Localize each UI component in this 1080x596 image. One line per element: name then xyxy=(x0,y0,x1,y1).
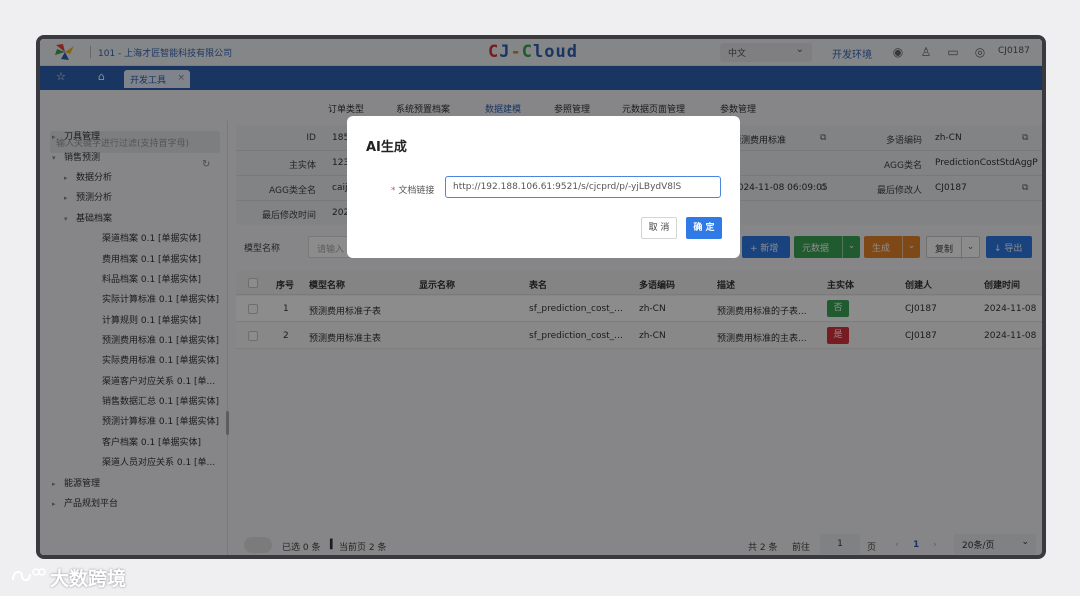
document-link-input[interactable]: http://192.188.106.61:9521/s/cjcprd/p/-y… xyxy=(445,176,721,198)
watermark-text: 大数跨境 xyxy=(50,568,127,590)
required-mark: * xyxy=(391,186,396,196)
app-window: 101 - 上海才匠智能科技有限公司 CJ-Cloud 中文 ⌄ 开发环境 ◉ ♙… xyxy=(36,35,1046,559)
cancel-button[interactable]: 取 消 xyxy=(641,217,677,239)
document-link-label: * 文档链接 xyxy=(391,183,434,196)
document-link-label-text: 文档链接 xyxy=(398,186,435,196)
dialog-title: AI生成 xyxy=(366,140,407,155)
confirm-button[interactable]: 确 定 xyxy=(686,217,722,239)
watermark-logo-icon xyxy=(12,568,46,582)
ai-generate-dialog: AI生成 * 文档链接 http://192.188.106.61:9521/s… xyxy=(347,116,740,258)
